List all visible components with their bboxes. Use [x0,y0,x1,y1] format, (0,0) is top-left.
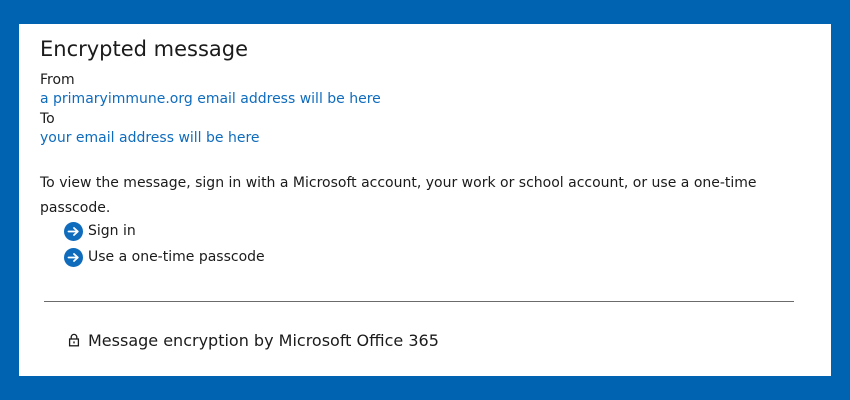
sign-in-label: Sign in [88,223,136,239]
footer-text: Message encryption by Microsoft Office 3… [88,330,439,350]
divider [44,301,794,302]
one-time-passcode-button[interactable]: Use a one-time passcode [64,247,265,267]
encryption-footer: Message encryption by Microsoft Office 3… [68,329,439,351]
encrypted-message-card: Encrypted message From a primaryimmune.o… [19,24,831,376]
from-address-link[interactable]: a primaryimmune.org email address will b… [40,91,381,107]
lock-icon [68,333,80,347]
arrow-right-circle-icon [64,221,83,241]
one-time-passcode-label: Use a one-time passcode [88,249,265,265]
to-address-link[interactable]: your email address will be here [40,130,260,146]
from-label: From [40,72,75,88]
instructions-text: To view the message, sign in with a Micr… [40,175,757,216]
page-title: Encrypted message [40,37,249,61]
arrow-right-circle-icon [64,247,83,267]
sign-in-button[interactable]: Sign in [64,221,136,241]
to-label: To [40,111,55,127]
